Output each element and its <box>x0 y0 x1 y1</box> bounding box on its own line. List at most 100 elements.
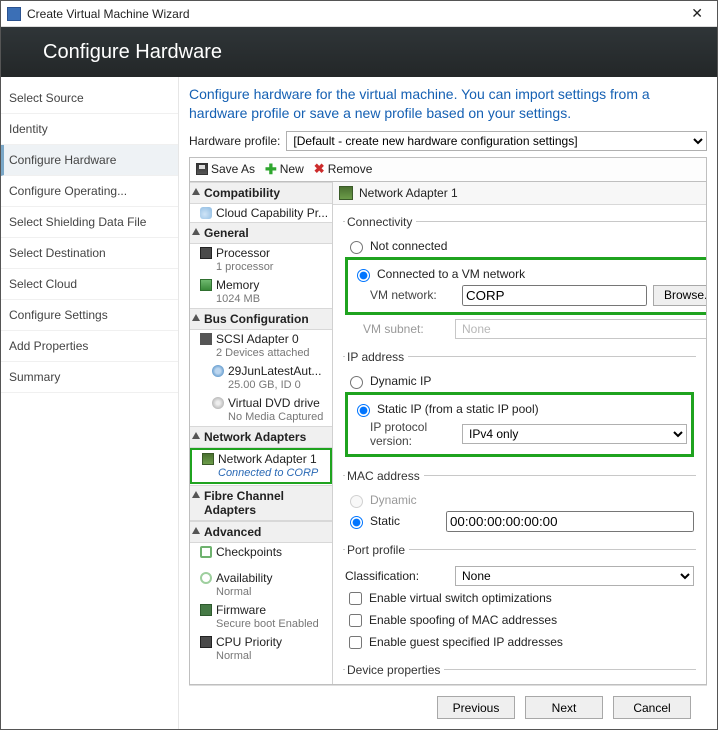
plus-icon: ✚ <box>265 161 277 178</box>
step-add-properties[interactable]: Add Properties <box>1 331 178 362</box>
vm-subnet-select: None <box>455 319 706 339</box>
step-summary[interactable]: Summary <box>1 362 178 393</box>
step-configure-settings[interactable]: Configure Settings <box>1 300 178 331</box>
highlight-static-ip: Static IP (from a static IP pool) IP pro… <box>345 392 694 457</box>
intro-text: Configure hardware for the virtual machi… <box>189 85 707 123</box>
tree-availability-sub: Normal <box>190 586 332 599</box>
tree-disk-sub: 25.00 GB, ID 0 <box>190 379 332 392</box>
hardware-tree: Compatibility Cloud Capability Pr... Gen… <box>190 182 333 684</box>
vm-network-label: VM network: <box>352 288 456 302</box>
titlebar: Create Virtual Machine Wizard ✕ <box>1 1 717 27</box>
mac-address-field[interactable] <box>446 511 694 532</box>
step-identity[interactable]: Identity <box>1 114 178 145</box>
tree-processor[interactable]: Processor <box>190 244 332 262</box>
hardware-panes: Compatibility Cloud Capability Pr... Gen… <box>189 181 707 685</box>
tree-scsi-sub: 2 Devices attached <box>190 347 332 360</box>
step-configure-hardware[interactable]: Configure Hardware <box>1 145 178 176</box>
tree-nic[interactable]: Network Adapter 1 <box>192 450 330 468</box>
browse-button[interactable]: Browse... <box>653 285 706 306</box>
wizard-window: Create Virtual Machine Wizard ✕ Configur… <box>0 0 718 730</box>
tree-memory[interactable]: Memory <box>190 276 332 294</box>
tree-firmware[interactable]: Firmware <box>190 601 332 619</box>
chk-guest-ip[interactable]: Enable guest specified IP addresses <box>345 633 563 652</box>
tree-disk[interactable]: 29JunLatestAut... <box>190 362 332 380</box>
vm-subnet-label: VM subnet: <box>345 322 449 336</box>
tree-firmware-sub: Secure boot Enabled <box>190 618 332 631</box>
tree-scsi[interactable]: SCSI Adapter 0 <box>190 330 332 348</box>
new-button[interactable]: ✚ New <box>265 161 304 178</box>
remove-button[interactable]: ✖ Remove <box>314 161 373 177</box>
hardware-detail: Network Adapter 1 Connectivity Not conne… <box>333 182 706 684</box>
cancel-button[interactable]: Cancel <box>613 696 691 719</box>
availability-icon <box>200 572 212 584</box>
tree-hdr-compatibility[interactable]: Compatibility <box>190 182 332 204</box>
save-as-button[interactable]: Save As <box>196 162 255 176</box>
firmware-icon <box>200 604 212 616</box>
checkpoints-icon <box>200 546 212 558</box>
tree-hdr-fc[interactable]: Fibre Channel Adapters <box>190 485 332 521</box>
close-icon[interactable]: ✕ <box>683 5 711 22</box>
step-shielding-data[interactable]: Select Shielding Data File <box>1 207 178 238</box>
hardware-profile-row: Hardware profile: [Default - create new … <box>189 131 707 151</box>
wizard-body: Select Source Identity Configure Hardwar… <box>1 77 717 729</box>
tree-cloud-capability[interactable]: Cloud Capability Pr... <box>190 204 332 222</box>
tree-hdr-network[interactable]: Network Adapters <box>190 426 332 448</box>
cpu-icon <box>200 247 212 259</box>
tree-memory-sub: 1024 MB <box>190 293 332 306</box>
device-legend: Device properties <box>345 663 444 677</box>
ip-group: IP address Dynamic IP Static IP (from a … <box>343 350 696 463</box>
next-button[interactable]: Next <box>525 696 603 719</box>
step-select-cloud[interactable]: Select Cloud <box>1 269 178 300</box>
tree-dvd[interactable]: Virtual DVD drive <box>190 394 332 412</box>
tree-checkpoints[interactable]: Checkpoints <box>190 543 332 561</box>
ip-proto-label: IP protocol version: <box>352 420 456 448</box>
dvd-icon <box>212 397 224 409</box>
mac-legend: MAC address <box>345 469 424 483</box>
scsi-icon <box>200 333 212 345</box>
disk-icon <box>212 365 224 377</box>
memory-icon <box>200 279 212 291</box>
port-group: Port profile Classification: None Enable… <box>343 543 696 657</box>
tree-dvd-sub: No Media Captured <box>190 411 332 424</box>
hardware-profile-select[interactable]: [Default - create new hardware configura… <box>286 131 707 151</box>
hardware-toolbar: Save As ✚ New ✖ Remove <box>189 157 707 181</box>
tree-hdr-general[interactable]: General <box>190 222 332 244</box>
page-banner: Configure Hardware <box>1 27 717 77</box>
tree-cpu-priority[interactable]: CPU Priority <box>190 633 332 651</box>
banner-title: Configure Hardware <box>43 41 222 64</box>
step-configure-os[interactable]: Configure Operating... <box>1 176 178 207</box>
chk-mac-spoof[interactable]: Enable spoofing of MAC addresses <box>345 611 557 630</box>
classification-label: Classification: <box>345 569 449 583</box>
classification-select[interactable]: None <box>455 566 694 586</box>
chk-vswitch-opt[interactable]: Enable virtual switch optimizations <box>345 589 552 608</box>
save-icon <box>196 163 208 175</box>
device-group: Device properties Do not set adapter nam… <box>343 663 696 684</box>
previous-button[interactable]: Previous <box>437 696 515 719</box>
window-title: Create Virtual Machine Wizard <box>27 7 190 21</box>
ip-proto-select[interactable]: IPv4 only <box>462 424 687 444</box>
cpu-priority-icon <box>200 636 212 648</box>
radio-connected[interactable]: Connected to a VM network <box>352 266 525 282</box>
cloud-icon <box>200 207 212 219</box>
step-select-destination[interactable]: Select Destination <box>1 238 178 269</box>
connectivity-group: Connectivity Not connected Connected to … <box>343 215 706 344</box>
wizard-footer: Previous Next Cancel <box>189 685 707 729</box>
remove-icon: ✖ <box>314 161 325 177</box>
radio-not-connected[interactable]: Not connected <box>345 238 447 254</box>
highlight-vmnetwork: Connected to a VM network VM network: Br… <box>345 257 706 315</box>
detail-body: Connectivity Not connected Connected to … <box>333 205 706 684</box>
main-pane: Configure hardware for the virtual machi… <box>179 77 717 729</box>
wizard-steps: Select Source Identity Configure Hardwar… <box>1 77 179 729</box>
tree-cpu-priority-sub: Normal <box>190 650 332 663</box>
vm-network-field[interactable] <box>462 285 647 306</box>
radio-static-ip[interactable]: Static IP (from a static IP pool) <box>352 401 539 417</box>
step-select-source[interactable]: Select Source <box>1 83 178 114</box>
radio-dynamic-ip[interactable]: Dynamic IP <box>345 373 431 389</box>
tree-hdr-advanced[interactable]: Advanced <box>190 521 332 543</box>
tree-hdr-bus[interactable]: Bus Configuration <box>190 308 332 330</box>
tree-availability[interactable]: Availability <box>190 569 332 587</box>
hardware-profile-label: Hardware profile: <box>189 134 280 148</box>
radio-mac-static[interactable]: Static <box>345 513 400 529</box>
connectivity-legend: Connectivity <box>345 215 416 229</box>
detail-title: Network Adapter 1 <box>333 182 706 205</box>
